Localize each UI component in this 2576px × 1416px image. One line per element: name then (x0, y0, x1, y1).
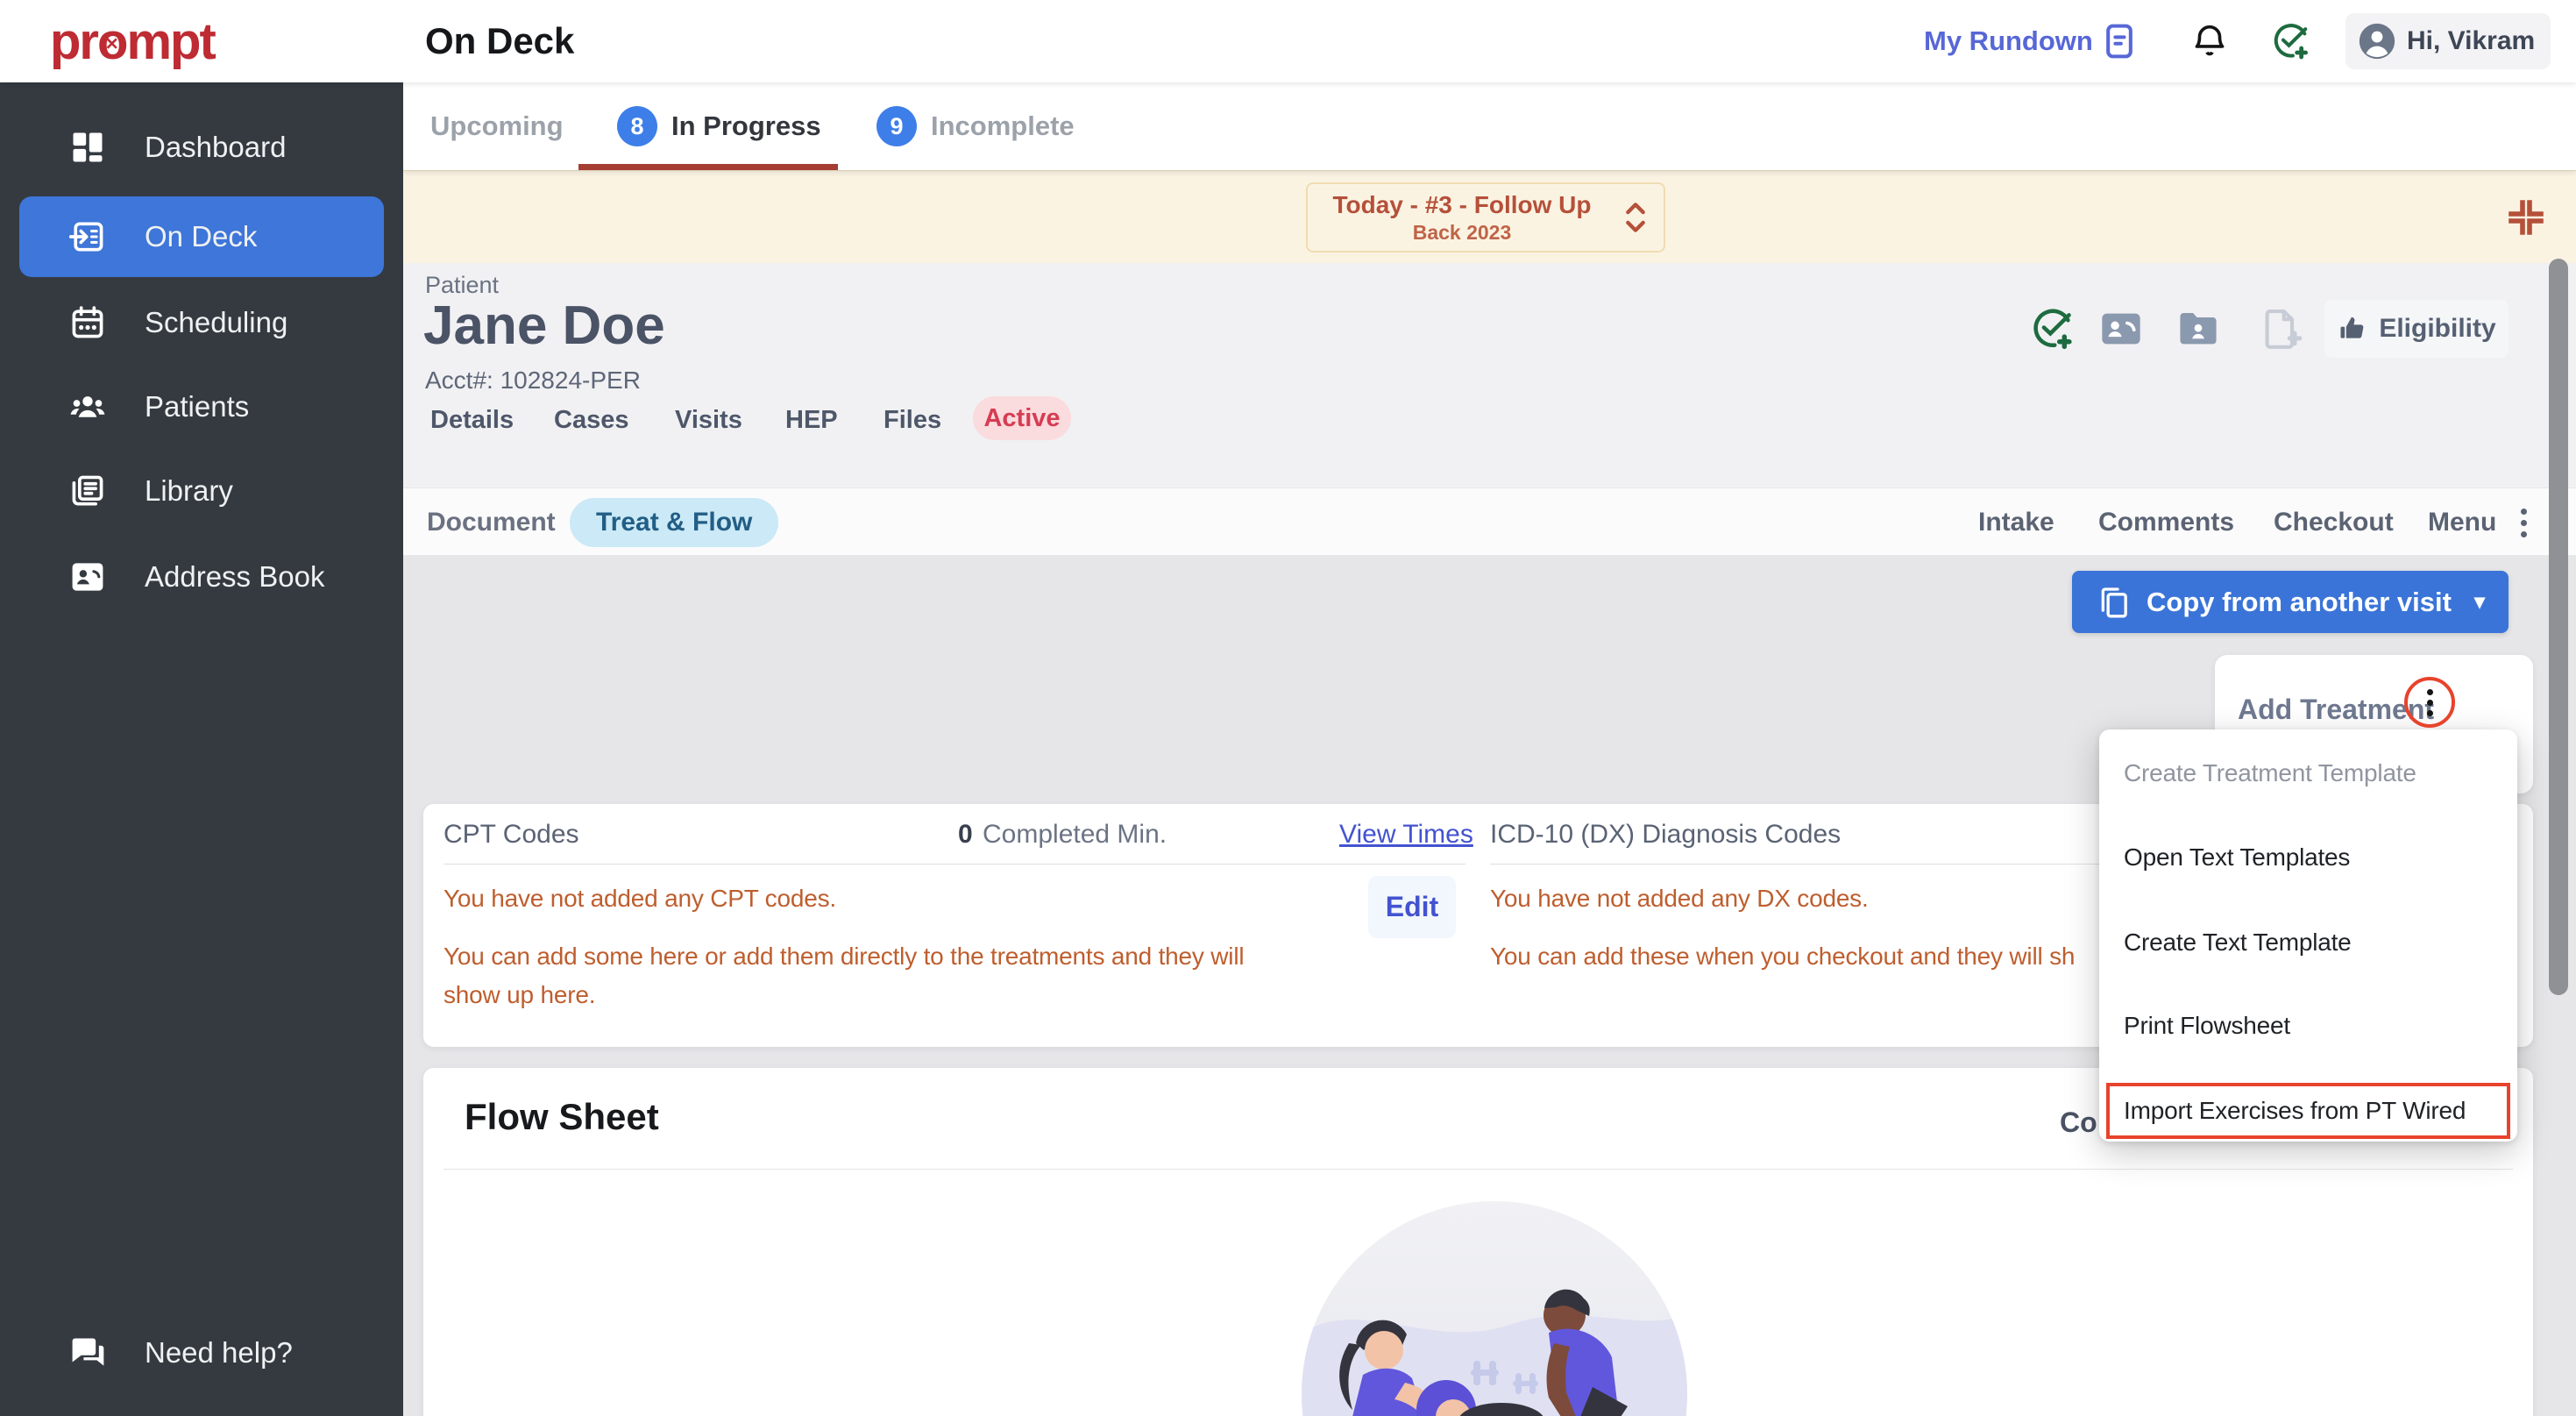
logo-text: pr (50, 12, 97, 71)
file-plus-icon[interactable] (2258, 306, 2303, 352)
vertical-scrollbar-thumb[interactable] (2549, 259, 2568, 995)
sidebar-item-address-book[interactable]: Address Book (0, 537, 403, 617)
tab-incomplete[interactable]: Incomplete (931, 82, 1075, 170)
page-title: On Deck (425, 0, 574, 82)
toolbar-menu[interactable]: Menu (2428, 488, 2496, 557)
visit-subtitle: Back 2023 (1308, 221, 1616, 245)
chevron-down-icon[interactable] (1624, 220, 1647, 234)
annotation-circle (2404, 677, 2455, 728)
patient-folder-icon[interactable] (2175, 306, 2221, 352)
completed-min-label: Completed Min. (983, 820, 1167, 850)
cpt-empty-line2: You can add some here or add them direct… (444, 943, 1244, 971)
visit-title: Today - #3 - Follow Up (1308, 191, 1616, 219)
menu-item-open-text-templates[interactable]: Open Text Templates (2099, 827, 2517, 888)
eligibility-button[interactable]: Eligibility (2324, 300, 2509, 358)
document-toolbar: Document Treat & Flow Intake Comments Ch… (403, 487, 2576, 556)
add-treatment-kebab-icon[interactable] (2427, 689, 2433, 716)
rundown-document-icon[interactable] (2100, 22, 2139, 60)
patient-tab-visits[interactable]: Visits (675, 406, 742, 435)
flow-sheet-title: Flow Sheet (465, 1096, 659, 1138)
patient-status-badge: Active (973, 396, 1071, 440)
annotation-rectangle (2106, 1083, 2510, 1139)
thumbs-up-icon (2337, 313, 2368, 345)
cpt-empty-line1: You have not added any CPT codes. (444, 885, 836, 913)
view-times-link[interactable]: View Times (1339, 820, 1473, 850)
toolbar-document[interactable]: Document (427, 488, 556, 557)
app-root: pro✕mpt On Deck My Rundown Hi, Vikram Da… (0, 0, 2576, 1416)
people-icon (68, 388, 107, 426)
ondeck-tabbar: Upcoming 8 In Progress 9 Incomplete (403, 82, 2576, 170)
active-tab-underline (578, 164, 838, 170)
exercise-illustration (1302, 1201, 1687, 1416)
patient-tab-details[interactable]: Details (430, 406, 514, 435)
toolbar-kebab-icon[interactable] (2510, 488, 2537, 557)
dashboard-icon (68, 128, 107, 167)
content-area: Copy from another visit ▾ Add Treatment … (403, 556, 2576, 1416)
patient-tab-cases[interactable]: Cases (554, 406, 628, 435)
top-header: pro✕mpt On Deck My Rundown Hi, Vikram (0, 0, 2576, 82)
my-rundown-link[interactable]: My Rundown (1924, 0, 2093, 82)
patient-tab-files[interactable]: Files (884, 406, 941, 435)
sidebar-item-patients[interactable]: Patients (0, 366, 403, 447)
tab-in-progress[interactable]: In Progress (671, 82, 821, 170)
avatar-icon (2358, 22, 2396, 60)
menu-item-print-flowsheet[interactable]: Print Flowsheet (2099, 995, 2517, 1057)
prompt-logo[interactable]: pro✕mpt (50, 0, 215, 82)
sidebar-item-scheduling[interactable]: Scheduling (0, 282, 403, 363)
in-progress-count-badge: 8 (617, 106, 657, 146)
copy-from-another-visit-button[interactable]: Copy from another visit ▾ (2072, 571, 2509, 633)
user-greeting: Hi, Vikram (2407, 26, 2535, 56)
toolbar-comments[interactable]: Comments (2098, 488, 2234, 557)
add-treatment-context-menu: Create Treatment Template Open Text Temp… (2099, 729, 2517, 1142)
dx-empty-line1: You have not added any DX codes. (1490, 885, 1869, 913)
visit-banner: Today - #3 - Follow Up Back 2023 (403, 170, 2576, 263)
visit-selector[interactable]: Today - #3 - Follow Up Back 2023 (1306, 182, 1665, 253)
on-deck-icon (68, 217, 107, 256)
user-menu[interactable]: Hi, Vikram (2345, 13, 2551, 69)
calendar-icon (68, 303, 107, 342)
patient-account: Acct#: 102824-PER (425, 366, 641, 395)
menu-item-create-text-template[interactable]: Create Text Template (2099, 912, 2517, 973)
collapse-banner-icon[interactable] (2505, 196, 2547, 238)
toolbar-intake[interactable]: Intake (1978, 488, 2054, 557)
address-book-icon (68, 558, 107, 596)
toolbar-treat-and-flow[interactable]: Treat & Flow (570, 498, 778, 547)
flow-sheet-partial-label: Co (2060, 1106, 2099, 1139)
incomplete-count-badge: 9 (876, 106, 917, 146)
sidebar: Dashboard On Deck Scheduling Patients Li… (0, 82, 403, 1416)
tab-upcoming[interactable]: Upcoming (430, 82, 564, 170)
dx-codes-title: ICD-10 (DX) Diagnosis Codes (1490, 820, 1841, 850)
patient-header: Patient Jane Doe Acct#: 102824-PER Detai… (403, 263, 2576, 487)
chat-help-icon (68, 1334, 107, 1372)
chevron-up-icon[interactable] (1624, 201, 1647, 215)
peeking-card (671, 1404, 780, 1416)
cpt-empty-line3: show up here. (444, 981, 595, 1009)
sidebar-item-need-help[interactable]: Need help? (0, 1313, 403, 1393)
patient-tab-hep[interactable]: HEP (785, 406, 838, 435)
contact-card-icon[interactable] (2098, 306, 2144, 352)
cpt-codes-title: CPT Codes (444, 820, 579, 850)
caret-down-icon: ▾ (2474, 589, 2485, 615)
sidebar-item-library[interactable]: Library (0, 451, 403, 531)
sidebar-item-on-deck[interactable]: On Deck (19, 196, 384, 277)
notifications-bell-icon[interactable] (2189, 21, 2230, 61)
logo-x-mark: ✕ (105, 35, 119, 55)
patient-check-plus-icon[interactable] (2029, 306, 2075, 352)
tasks-check-plus-icon[interactable] (2270, 21, 2310, 61)
copy-icon (2096, 585, 2131, 620)
patient-name: Jane Doe (423, 295, 665, 357)
completed-min-count: 0 (958, 820, 973, 850)
toolbar-checkout[interactable]: Checkout (2274, 488, 2394, 557)
sidebar-item-dashboard[interactable]: Dashboard (0, 107, 403, 188)
edit-cpt-button[interactable]: Edit (1368, 876, 1456, 938)
menu-item-create-treatment-template[interactable]: Create Treatment Template (2099, 743, 2517, 804)
library-icon (68, 472, 107, 510)
